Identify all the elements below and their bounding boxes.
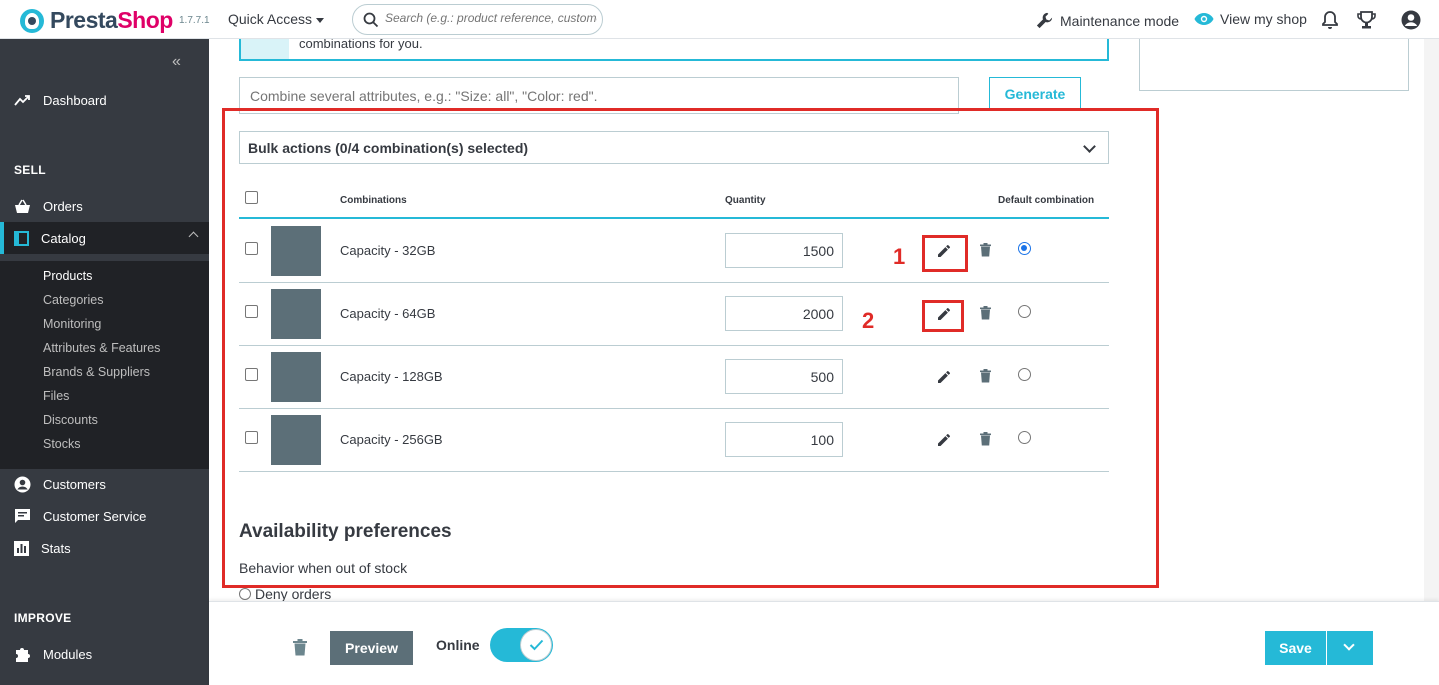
sidebar-item-label: Catalog bbox=[41, 230, 86, 246]
submenu-item-discounts[interactable]: Discounts bbox=[43, 413, 98, 427]
chevron-down-icon bbox=[1343, 639, 1355, 651]
quick-access-label: Quick Access bbox=[228, 11, 313, 27]
trophy-icon[interactable] bbox=[1356, 10, 1377, 30]
sidebar-section-improve: IMPROVE bbox=[14, 611, 72, 625]
store-icon bbox=[14, 230, 29, 246]
submenu-item-files[interactable]: Files bbox=[43, 389, 69, 403]
submenu-item-stocks[interactable]: Stocks bbox=[43, 437, 81, 451]
submenu-item-brands-suppliers[interactable]: Brands & Suppliers bbox=[43, 365, 150, 379]
prestashop-logo-icon bbox=[20, 8, 44, 33]
catalog-submenu: Products Categories Monitoring Attribute… bbox=[0, 261, 209, 469]
info-alert-text: combinations for you. bbox=[299, 39, 423, 51]
sidebar-item-label: Dashboard bbox=[43, 92, 107, 108]
annotation-highlight-edit-2 bbox=[922, 300, 964, 332]
sidebar-item-label: Orders bbox=[43, 198, 83, 214]
view-shop-link[interactable]: View my shop bbox=[1194, 11, 1307, 27]
check-icon bbox=[529, 639, 544, 651]
submenu-item-products[interactable]: Products bbox=[43, 269, 92, 283]
active-indicator bbox=[0, 222, 4, 254]
quick-access-menu[interactable]: Quick Access bbox=[228, 11, 325, 27]
sidebar-item-modules[interactable]: Modules bbox=[0, 638, 209, 670]
sidebar-item-label: Modules bbox=[43, 646, 93, 662]
trending-up-icon bbox=[14, 95, 30, 106]
search-icon bbox=[363, 12, 379, 28]
collapse-sidebar-icon[interactable]: « bbox=[172, 53, 181, 71]
annotation-highlight-box bbox=[222, 108, 1159, 588]
preview-button[interactable]: Preview bbox=[330, 631, 413, 665]
chevron-up-icon bbox=[188, 231, 199, 242]
generate-button[interactable]: Generate bbox=[989, 77, 1081, 111]
sidebar: « Dashboard SELL Orders Catalog Products… bbox=[0, 39, 209, 685]
deny-orders-option[interactable]: Deny orders bbox=[239, 586, 331, 601]
save-button[interactable]: Save bbox=[1265, 631, 1326, 665]
brand-suffix: Shop bbox=[117, 7, 173, 33]
sidebar-item-stats[interactable]: Stats bbox=[0, 532, 209, 564]
bar-chart-icon bbox=[14, 540, 29, 556]
sidebar-item-dashboard[interactable]: Dashboard bbox=[0, 84, 209, 116]
sidebar-item-label: Customer Service bbox=[43, 508, 147, 524]
sidebar-item-customer-service[interactable]: Customer Service bbox=[0, 500, 209, 532]
top-header: PrestaShop 1.7.7.1 Quick Access Maintena… bbox=[0, 0, 1439, 39]
account-circle-icon bbox=[14, 476, 31, 492]
user-account-icon[interactable] bbox=[1401, 10, 1421, 30]
save-options-dropdown[interactable] bbox=[1327, 631, 1373, 665]
eye-icon bbox=[1194, 13, 1214, 25]
caret-down-icon bbox=[316, 17, 325, 23]
online-label: Online bbox=[436, 637, 480, 653]
delete-trash-icon[interactable] bbox=[293, 639, 307, 656]
deny-orders-label: Deny orders bbox=[255, 586, 332, 601]
prestashop-logo[interactable]: PrestaShop bbox=[20, 7, 173, 34]
sidebar-item-label: Customers bbox=[43, 476, 106, 492]
annotation-number-2: 2 bbox=[862, 308, 875, 333]
sidebar-section-sell: SELL bbox=[14, 163, 46, 177]
wrench-icon bbox=[1036, 12, 1053, 29]
shopping-basket-icon bbox=[15, 199, 30, 213]
bell-icon[interactable] bbox=[1321, 10, 1339, 30]
page-scrollbar[interactable] bbox=[1424, 39, 1439, 601]
version-label: 1.7.7.1 bbox=[179, 15, 210, 26]
sidebar-item-catalog[interactable]: Catalog bbox=[0, 222, 209, 254]
brand-prefix: Presta bbox=[50, 7, 118, 33]
search-input[interactable] bbox=[385, 11, 597, 25]
annotation-highlight-edit-1 bbox=[922, 235, 968, 272]
puzzle-icon bbox=[16, 647, 30, 662]
info-alert-stripe bbox=[241, 39, 289, 59]
sidebar-item-label: Stats bbox=[41, 540, 71, 556]
side-panel bbox=[1139, 39, 1409, 91]
deny-orders-radio[interactable] bbox=[239, 588, 251, 600]
product-footer-toolbar: Preview Online Save bbox=[209, 601, 1439, 685]
annotation-number-1: 1 bbox=[893, 244, 906, 269]
submenu-item-attributes-features[interactable]: Attributes & Features bbox=[43, 341, 160, 355]
info-alert: combinations for you. bbox=[239, 39, 1109, 61]
submenu-item-monitoring[interactable]: Monitoring bbox=[43, 317, 101, 331]
sidebar-item-customers[interactable]: Customers bbox=[0, 468, 209, 500]
view-shop-label: View my shop bbox=[1220, 11, 1307, 27]
sidebar-item-orders[interactable]: Orders bbox=[0, 190, 209, 222]
chat-icon bbox=[15, 508, 30, 523]
maintenance-mode-link[interactable]: Maintenance mode bbox=[1035, 11, 1179, 30]
search-box[interactable] bbox=[352, 4, 603, 35]
toggle-knob bbox=[520, 629, 552, 661]
submenu-item-categories[interactable]: Categories bbox=[43, 293, 103, 307]
maintenance-mode-label: Maintenance mode bbox=[1060, 12, 1180, 29]
online-toggle[interactable] bbox=[490, 628, 553, 662]
